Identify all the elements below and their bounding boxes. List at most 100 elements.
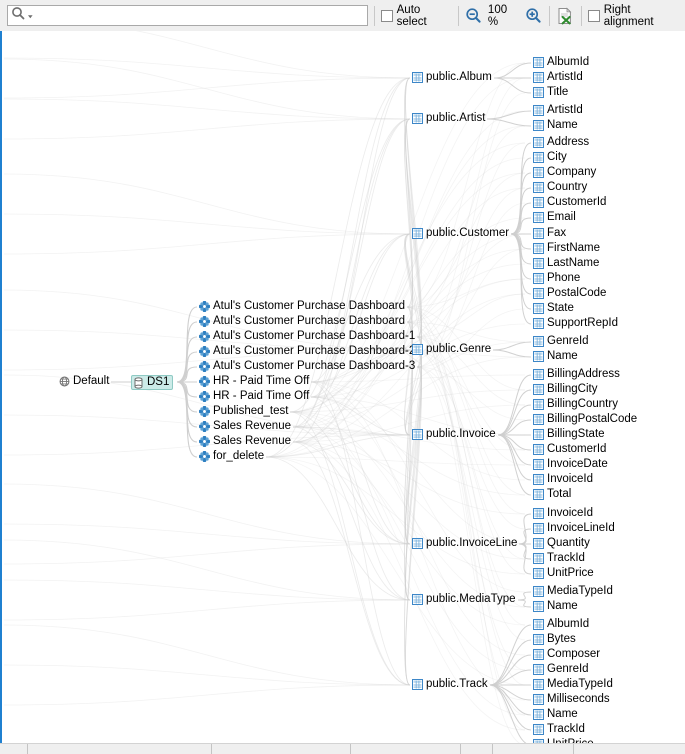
- graph-node-column-21[interactable]: BillingCity: [533, 383, 598, 396]
- graph-node-dashboard-1[interactable]: Atul's Customer Purchase Dashboard: [199, 315, 405, 328]
- graph-node-column-12[interactable]: FirstName: [533, 242, 600, 255]
- graph-node-column-1[interactable]: ArtistId: [533, 71, 583, 84]
- graph-node-dashboard-7[interactable]: Published_test: [199, 405, 288, 418]
- graph-node-column-20[interactable]: BillingAddress: [533, 368, 620, 381]
- column-icon: [533, 369, 544, 380]
- graph-node-dashboard-4[interactable]: Atul's Customer Purchase Dashboard-3: [199, 360, 415, 373]
- graph-node-column-28[interactable]: Total: [533, 488, 571, 501]
- graph-node-table-1[interactable]: public.Artist: [412, 112, 485, 125]
- graph-node-column-17[interactable]: SupportRepId: [533, 317, 618, 330]
- graph-node-column-5[interactable]: Address: [533, 136, 589, 149]
- graph-node-dashboard-3[interactable]: Atul's Customer Purchase Dashboard-2: [199, 345, 415, 358]
- table-node-label: public.MediaType: [426, 593, 516, 605]
- dashboard-node-label: Sales Revenue: [213, 435, 291, 447]
- dashboard-icon: [199, 406, 210, 417]
- graph-node-column-33[interactable]: UnitPrice: [533, 567, 594, 580]
- graph-node-dashboard-9[interactable]: Sales Revenue: [199, 435, 291, 448]
- graph-node-column-16[interactable]: State: [533, 302, 574, 315]
- graph-node-column-7[interactable]: Company: [533, 166, 596, 179]
- graph-node-column-8[interactable]: Country: [533, 181, 587, 194]
- auto-select-checkbox[interactable]: Auto select: [380, 4, 452, 28]
- graph-node-column-29[interactable]: InvoiceId: [533, 507, 593, 520]
- search-dropdown-arrow-icon[interactable]: [27, 7, 34, 25]
- right-alignment-checkbox-box[interactable]: [588, 9, 600, 22]
- graph-node-column-27[interactable]: InvoiceId: [533, 473, 593, 486]
- column-node-label: Address: [547, 136, 590, 148]
- graph-node-column-40[interactable]: MediaTypeId: [533, 678, 613, 691]
- zoom-controls: 100 %: [465, 4, 543, 28]
- graph-node-column-10[interactable]: Email: [533, 211, 576, 224]
- column-icon: [533, 105, 544, 116]
- graph-node-table-3[interactable]: public.Genre: [412, 343, 491, 356]
- graph-node-column-43[interactable]: TrackId: [533, 723, 585, 736]
- graph-node-table-5[interactable]: public.InvoiceLine: [412, 537, 517, 550]
- graph-node-column-15[interactable]: PostalCode: [533, 287, 606, 300]
- graph-node-column-18[interactable]: GenreId: [533, 335, 589, 348]
- root-node-label: Default: [73, 375, 110, 387]
- dashboard-icon: [199, 391, 210, 402]
- graph-node-ds1[interactable]: DS1: [131, 375, 174, 390]
- graph-node-column-36[interactable]: AlbumId: [533, 618, 589, 631]
- search-box[interactable]: [7, 5, 368, 26]
- column-icon: [533, 489, 544, 500]
- graph-node-table-6[interactable]: public.MediaType: [412, 593, 516, 606]
- graph-node-dashboard-8[interactable]: Sales Revenue: [199, 420, 291, 433]
- graph-node-dashboard-6[interactable]: HR - Paid Time Off: [199, 390, 309, 403]
- graph-node-column-22[interactable]: BillingCountry: [533, 398, 618, 411]
- right-alignment-checkbox[interactable]: Right alignment: [588, 4, 681, 28]
- zoom-out-icon[interactable]: [465, 6, 483, 25]
- graph-node-column-6[interactable]: City: [533, 151, 567, 164]
- graph-node-dashboard-2[interactable]: Atul's Customer Purchase Dashboard-1: [199, 330, 415, 343]
- export-excel-icon[interactable]: [556, 6, 575, 26]
- graph-node-column-39[interactable]: GenreId: [533, 663, 589, 676]
- toolbar-separator-4: [581, 5, 583, 26]
- column-icon: [533, 664, 544, 675]
- column-icon: [533, 303, 544, 314]
- graph-node-column-9[interactable]: CustomerId: [533, 196, 606, 209]
- graph-node-dashboard-5[interactable]: HR - Paid Time Off: [199, 375, 309, 388]
- graph-node-column-41[interactable]: Milliseconds: [533, 693, 610, 706]
- graph-node-column-0[interactable]: AlbumId: [533, 56, 589, 69]
- graph-node-column-23[interactable]: BillingPostalCode: [533, 413, 637, 426]
- graph-node-column-14[interactable]: Phone: [533, 272, 580, 285]
- graph-node-column-19[interactable]: Name: [533, 350, 578, 363]
- right-alignment-label: Right alignment: [603, 3, 654, 28]
- graph-canvas[interactable]: Default DS1 Atul's Customer Purchase Dashb…: [0, 31, 685, 743]
- graph-node-column-31[interactable]: Quantity: [533, 537, 590, 550]
- graph-node-column-11[interactable]: Fax: [533, 227, 566, 240]
- graph-node-table-7[interactable]: public.Track: [412, 678, 488, 691]
- graph-node-table-4[interactable]: public.Invoice: [412, 428, 496, 441]
- search-input[interactable]: [34, 7, 367, 24]
- table-node-label: public.Invoice: [426, 428, 496, 440]
- graph-node-column-25[interactable]: CustomerId: [533, 443, 606, 456]
- column-node-label: Name: [547, 119, 578, 131]
- graph-node-column-3[interactable]: ArtistId: [533, 104, 583, 117]
- graph-node-column-37[interactable]: Bytes: [533, 633, 576, 646]
- graph-node-column-42[interactable]: Name: [533, 708, 578, 721]
- graph-node-dashboard-10[interactable]: for_delete: [199, 450, 264, 463]
- auto-select-checkbox-box[interactable]: [380, 9, 393, 22]
- graph-node-default[interactable]: Default: [59, 375, 109, 388]
- graph-node-column-32[interactable]: TrackId: [533, 552, 585, 565]
- graph-node-column-4[interactable]: Name: [533, 119, 578, 132]
- table-node-label: public.Album: [426, 71, 492, 83]
- graph-node-column-38[interactable]: Composer: [533, 648, 600, 661]
- status-bar-separator-3: [460, 744, 461, 754]
- graph-node-column-26[interactable]: InvoiceDate: [533, 458, 608, 471]
- graph-node-column-34[interactable]: MediaTypeId: [533, 585, 613, 598]
- graph-node-column-24[interactable]: BillingState: [533, 428, 605, 441]
- column-icon: [533, 384, 544, 395]
- graph-node-table-0[interactable]: public.Album: [412, 71, 492, 84]
- dashboard-icon: [199, 346, 210, 357]
- graph-node-column-2[interactable]: Title: [533, 86, 568, 99]
- graph-node-column-30[interactable]: InvoiceLineId: [533, 522, 615, 535]
- graph-node-dashboard-0[interactable]: Atul's Customer Purchase Dashboard: [199, 300, 405, 313]
- dashboard-node-label: Published_test: [213, 405, 289, 417]
- graph-node-column-35[interactable]: Name: [533, 600, 578, 613]
- column-node-label: Country: [547, 181, 588, 193]
- column-node-label: UnitPrice: [547, 567, 594, 579]
- column-node-label: Bytes: [547, 633, 576, 645]
- zoom-in-icon[interactable]: [524, 6, 542, 25]
- graph-node-column-13[interactable]: LastName: [533, 257, 599, 270]
- graph-node-table-2[interactable]: public.Customer: [412, 227, 509, 240]
